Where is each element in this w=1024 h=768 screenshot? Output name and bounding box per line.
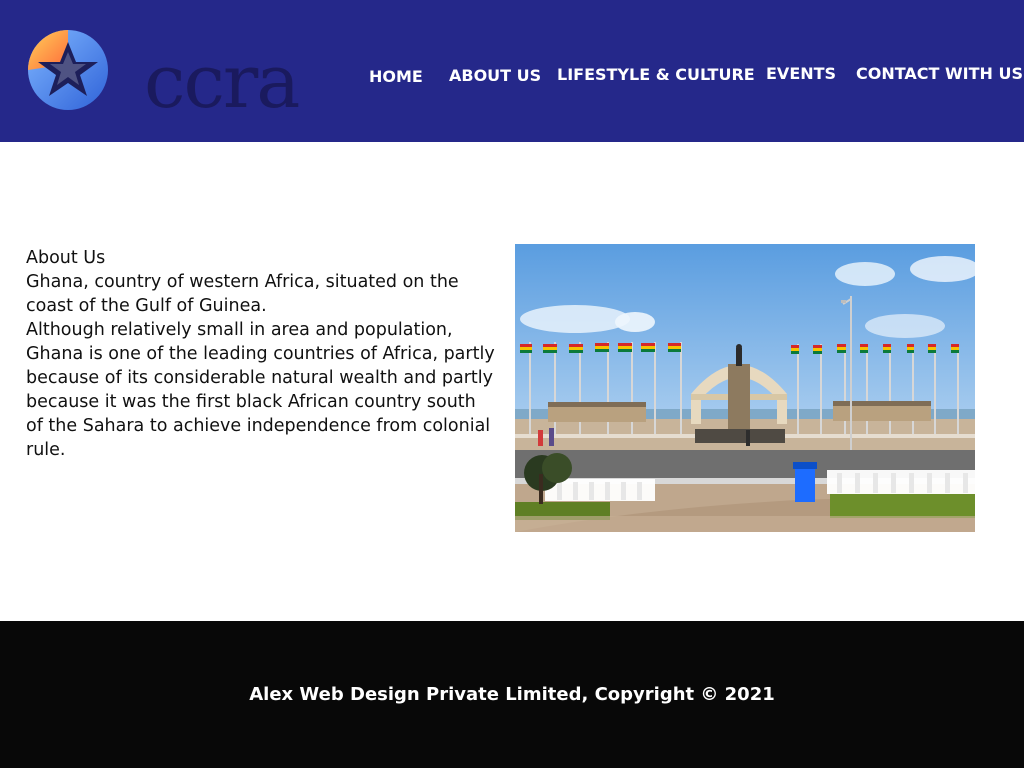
nav-events[interactable]: EVENTS	[766, 64, 836, 83]
logo-wordmark: ccra	[144, 39, 300, 125]
about-paragraph-2: Although relatively small in area and po…	[26, 320, 495, 460]
about-section: About Us Ghana, country of western Afric…	[26, 246, 496, 462]
logo-tagline-rule	[147, 120, 332, 128]
independence-square-photo	[515, 244, 975, 532]
star-globe-icon	[28, 30, 108, 110]
nav-contact-with-us[interactable]: CONTACT WITH US	[856, 64, 1023, 83]
nav-about-us[interactable]: ABOUT US	[449, 66, 541, 85]
site-logo[interactable]: ccra	[26, 28, 316, 125]
nav-lifestyle-culture[interactable]: LIFESTYLE & CULTURE	[557, 65, 755, 84]
about-heading: About Us	[26, 248, 106, 268]
site-header: ccra HOME ABOUT US LIFESTYLE & CULTURE E…	[0, 0, 1024, 142]
nav-home[interactable]: HOME	[369, 67, 423, 86]
about-paragraph-1: Ghana, country of western Africa, situat…	[26, 272, 459, 316]
footer-copyright: Alex Web Design Private Limited, Copyrig…	[249, 684, 775, 705]
